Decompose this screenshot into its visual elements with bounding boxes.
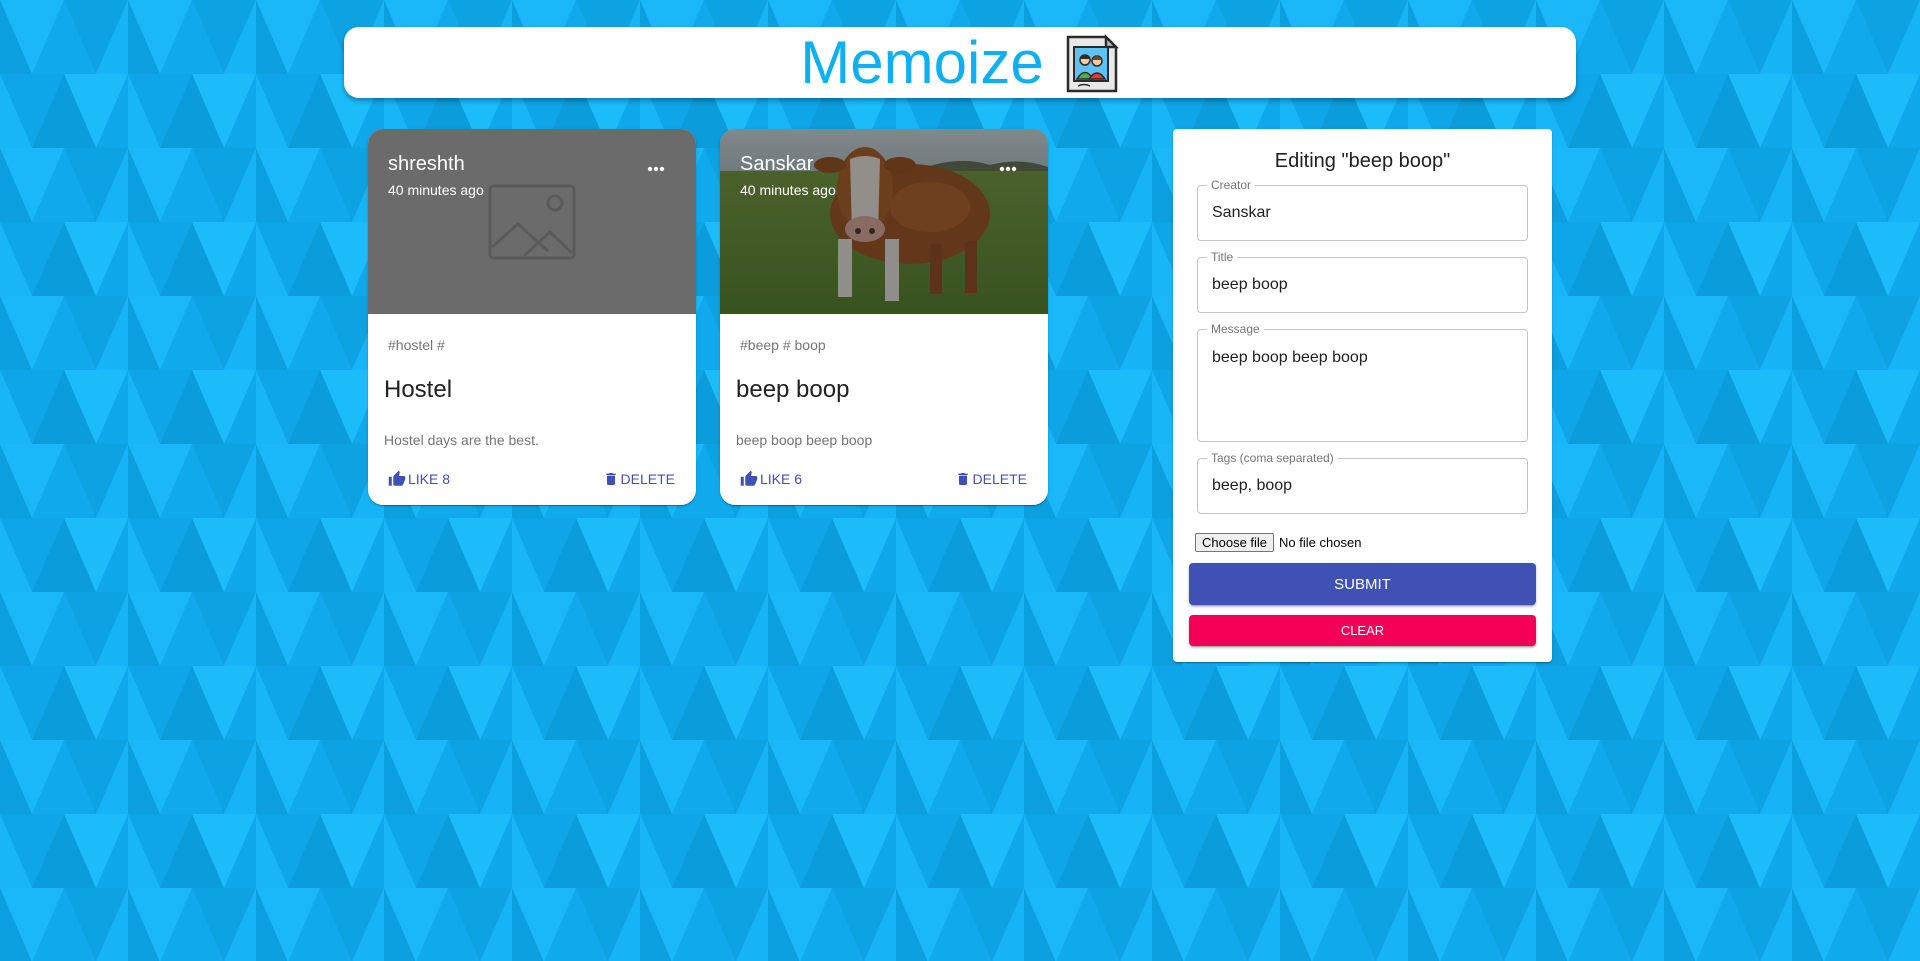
more-horiz-icon bbox=[647, 166, 665, 172]
creator-label: Creator bbox=[1207, 179, 1256, 192]
thumb-up-icon bbox=[388, 470, 406, 486]
choose-file-button[interactable]: Choose file bbox=[1195, 533, 1275, 552]
message-input[interactable]: beep boop beep boop bbox=[1212, 349, 1512, 429]
message-label: Message bbox=[1207, 323, 1264, 336]
clear-button[interactable]: Clear bbox=[1189, 615, 1536, 646]
title-field[interactable]: Title bbox=[1197, 251, 1528, 313]
title-label: Title bbox=[1207, 251, 1238, 264]
delete-button[interactable]: Delete bbox=[603, 470, 675, 488]
title-input[interactable] bbox=[1212, 276, 1512, 294]
like-label: Like 6 bbox=[760, 471, 803, 487]
photo-album-icon bbox=[1066, 33, 1119, 92]
app-bar: Memoize bbox=[344, 27, 1576, 98]
post-tags: #hostel # bbox=[388, 337, 445, 353]
trash-icon bbox=[957, 473, 968, 485]
delete-button[interactable]: Delete bbox=[955, 470, 1027, 488]
post-timestamp: 40 minutes ago bbox=[740, 182, 836, 198]
memory-form: Editing "beep boop" Creator Title Messag… bbox=[1173, 129, 1552, 662]
tags-input[interactable] bbox=[1212, 477, 1512, 495]
trash-icon bbox=[605, 473, 616, 485]
post-title: beep boop bbox=[736, 376, 850, 403]
like-label: Like 8 bbox=[408, 471, 451, 487]
like-button[interactable]: Like 6 bbox=[740, 470, 802, 488]
message-field[interactable]: Message beep boop beep boop bbox=[1197, 323, 1528, 442]
post-message: beep boop beep boop bbox=[736, 432, 873, 448]
delete-label: Delete bbox=[972, 471, 1027, 487]
file-picker: Choose file No file chosen bbox=[1195, 533, 1361, 552]
post-tags: #beep # boop bbox=[740, 337, 826, 353]
like-button[interactable]: Like 8 bbox=[388, 470, 450, 488]
post-card: Sanskar 40 minutes ago #beep # boop beep… bbox=[720, 129, 1048, 505]
post-message: Hostel days are the best. bbox=[384, 432, 539, 448]
post-title: Hostel bbox=[384, 376, 453, 403]
more-horiz-icon bbox=[999, 166, 1017, 172]
delete-label: Delete bbox=[620, 471, 675, 487]
thumb-up-icon bbox=[740, 470, 758, 486]
creator-field[interactable]: Creator bbox=[1197, 179, 1528, 241]
post-creator: Sanskar bbox=[740, 153, 814, 175]
creator-input[interactable] bbox=[1212, 204, 1512, 222]
file-status: No file chosen bbox=[1279, 535, 1362, 550]
submit-button[interactable]: Submit bbox=[1189, 563, 1536, 605]
tags-label: Tags (coma separated) bbox=[1207, 452, 1338, 465]
app-title: Memoize bbox=[800, 28, 1044, 96]
more-options-button[interactable] bbox=[644, 157, 668, 181]
post-card: shreshth 40 minutes ago #hostel # Hostel… bbox=[368, 129, 696, 505]
post-timestamp: 40 minutes ago bbox=[388, 182, 484, 198]
more-options-button[interactable] bbox=[996, 157, 1020, 181]
post-creator: shreshth bbox=[388, 153, 465, 175]
form-heading: Editing "beep boop" bbox=[1274, 150, 1451, 172]
tags-field[interactable]: Tags (coma separated) bbox=[1197, 452, 1528, 514]
